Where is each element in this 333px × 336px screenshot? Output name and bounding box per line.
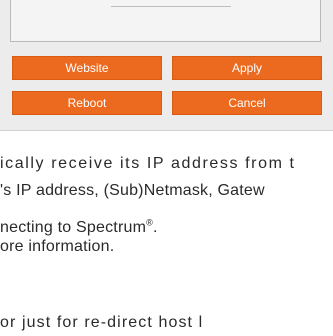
website-button[interactable]: Website xyxy=(12,56,162,80)
apply-button[interactable]: Apply xyxy=(172,56,322,80)
text-area-resize-edge xyxy=(111,0,231,7)
manual-line-ip-auto: ically receive its IP address from t xyxy=(0,155,296,172)
registered-mark: ® xyxy=(146,217,153,228)
cancel-button[interactable]: Cancel xyxy=(172,91,322,115)
network-settings-dialog: Website Apply Reboot Cancel xyxy=(0,0,333,131)
manual-line-redirect: or just for re-direct host l xyxy=(0,314,204,331)
manual-text: ically receive its IP address from t 's … xyxy=(0,131,333,336)
spectrum-period: . xyxy=(152,219,158,236)
manual-line-spectrum: necting to Spectrum®. xyxy=(0,217,158,237)
spectrum-text: necting to Spectrum xyxy=(0,219,147,236)
reboot-button[interactable]: Reboot xyxy=(12,91,162,115)
manual-line-ip-settings: 's IP address, (Sub)Netmask, Gatew xyxy=(0,182,265,199)
manual-line-more-info: ore information. xyxy=(0,238,115,255)
details-text-area[interactable] xyxy=(10,0,321,42)
